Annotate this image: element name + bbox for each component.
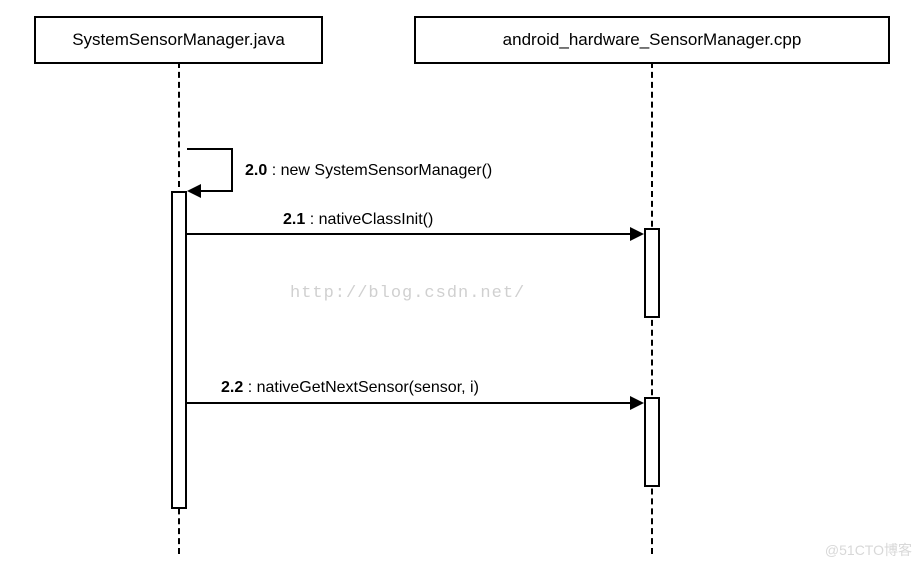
participant-left-label: SystemSensorManager.java — [72, 30, 285, 49]
message-1-num: 2.1 — [283, 211, 305, 228]
selfcall-arrowhead — [187, 184, 201, 198]
participant-right-label: android_hardware_SensorManager.cpp — [503, 30, 802, 49]
activation-right-2 — [644, 397, 660, 487]
message-0-label: 2.0 : new SystemSensorManager() — [245, 162, 492, 180]
message-2-label: 2.2 : nativeGetNextSensor(sensor, i) — [221, 379, 479, 397]
activation-right-1 — [644, 228, 660, 318]
message-2-num: 2.2 — [221, 379, 243, 396]
selfcall-bottom-h — [199, 190, 233, 192]
message-2-line — [187, 402, 632, 404]
message-1-label: 2.1 : nativeClassInit() — [283, 211, 433, 229]
participant-left: SystemSensorManager.java — [34, 16, 323, 64]
watermark-center: http://blog.csdn.net/ — [290, 284, 525, 303]
selfcall-v — [231, 148, 233, 191]
participant-right: android_hardware_SensorManager.cpp — [414, 16, 890, 64]
message-1-text: nativeClassInit() — [319, 211, 434, 228]
message-1-line — [187, 233, 632, 235]
message-1-arrowhead — [630, 227, 644, 241]
message-0-text: new SystemSensorManager() — [281, 162, 493, 179]
message-2-arrowhead — [630, 396, 644, 410]
selfcall-top-h — [187, 148, 233, 150]
watermark-corner: @51CTO博客 — [825, 540, 912, 560]
activation-left-main — [171, 191, 187, 509]
message-2-text: nativeGetNextSensor(sensor, i) — [257, 379, 479, 396]
message-0-num: 2.0 — [245, 162, 267, 179]
